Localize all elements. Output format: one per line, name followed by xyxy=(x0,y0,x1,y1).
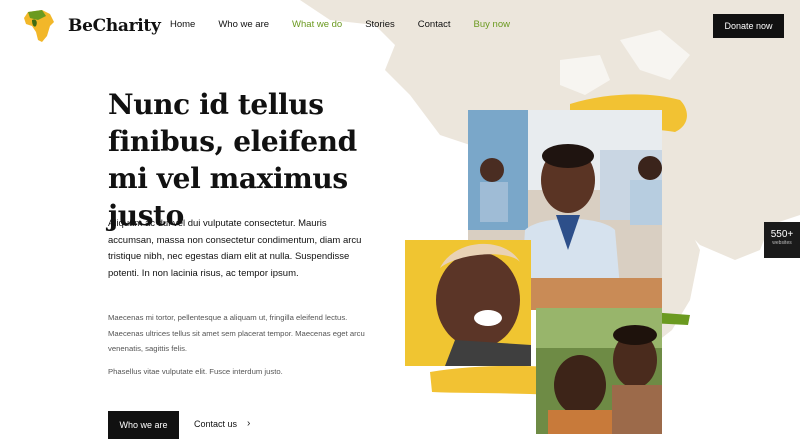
africa-map-icon xyxy=(24,10,54,42)
nav-item-home[interactable]: Home xyxy=(170,19,195,30)
brand-logo[interactable]: BeCharity xyxy=(20,6,161,46)
chevron-right-icon: › xyxy=(247,418,251,429)
websites-count-badge[interactable]: 550+ websites xyxy=(764,222,800,258)
nav-item-what-we-do[interactable]: What we do xyxy=(292,19,342,30)
donate-button[interactable]: Donate now xyxy=(713,14,784,38)
badge-count: 550+ xyxy=(770,229,794,240)
hero-lead-text: Aliquam ac dui vel dui vulputate consect… xyxy=(108,218,362,279)
hero-body-text-secondary: Phasellus vitae vulputate elit. Fusce in… xyxy=(108,367,283,376)
hero-body-text: Maecenas mi tortor, pellentesque a aliqu… xyxy=(108,313,365,353)
hero-title: Nunc id tellus finibus, eleifend mi vel … xyxy=(108,88,357,232)
brand-name: BeCharity xyxy=(68,16,161,36)
badge-label: websites xyxy=(772,240,792,246)
contact-us-link[interactable]: Contact us › xyxy=(194,418,250,429)
contact-us-label: Contact us xyxy=(194,418,238,429)
main-nav: Home Who we are What we do Stories Conta… xyxy=(170,19,533,30)
who-we-are-button[interactable]: Who we are xyxy=(108,411,179,439)
nav-item-stories[interactable]: Stories xyxy=(365,19,395,30)
photo-smiling-woman xyxy=(405,240,531,366)
nav-item-buy-now[interactable]: Buy now xyxy=(474,19,510,30)
nav-item-who-we-are[interactable]: Who we are xyxy=(218,19,269,30)
photo-children xyxy=(536,308,662,434)
nav-item-contact[interactable]: Contact xyxy=(418,19,451,30)
